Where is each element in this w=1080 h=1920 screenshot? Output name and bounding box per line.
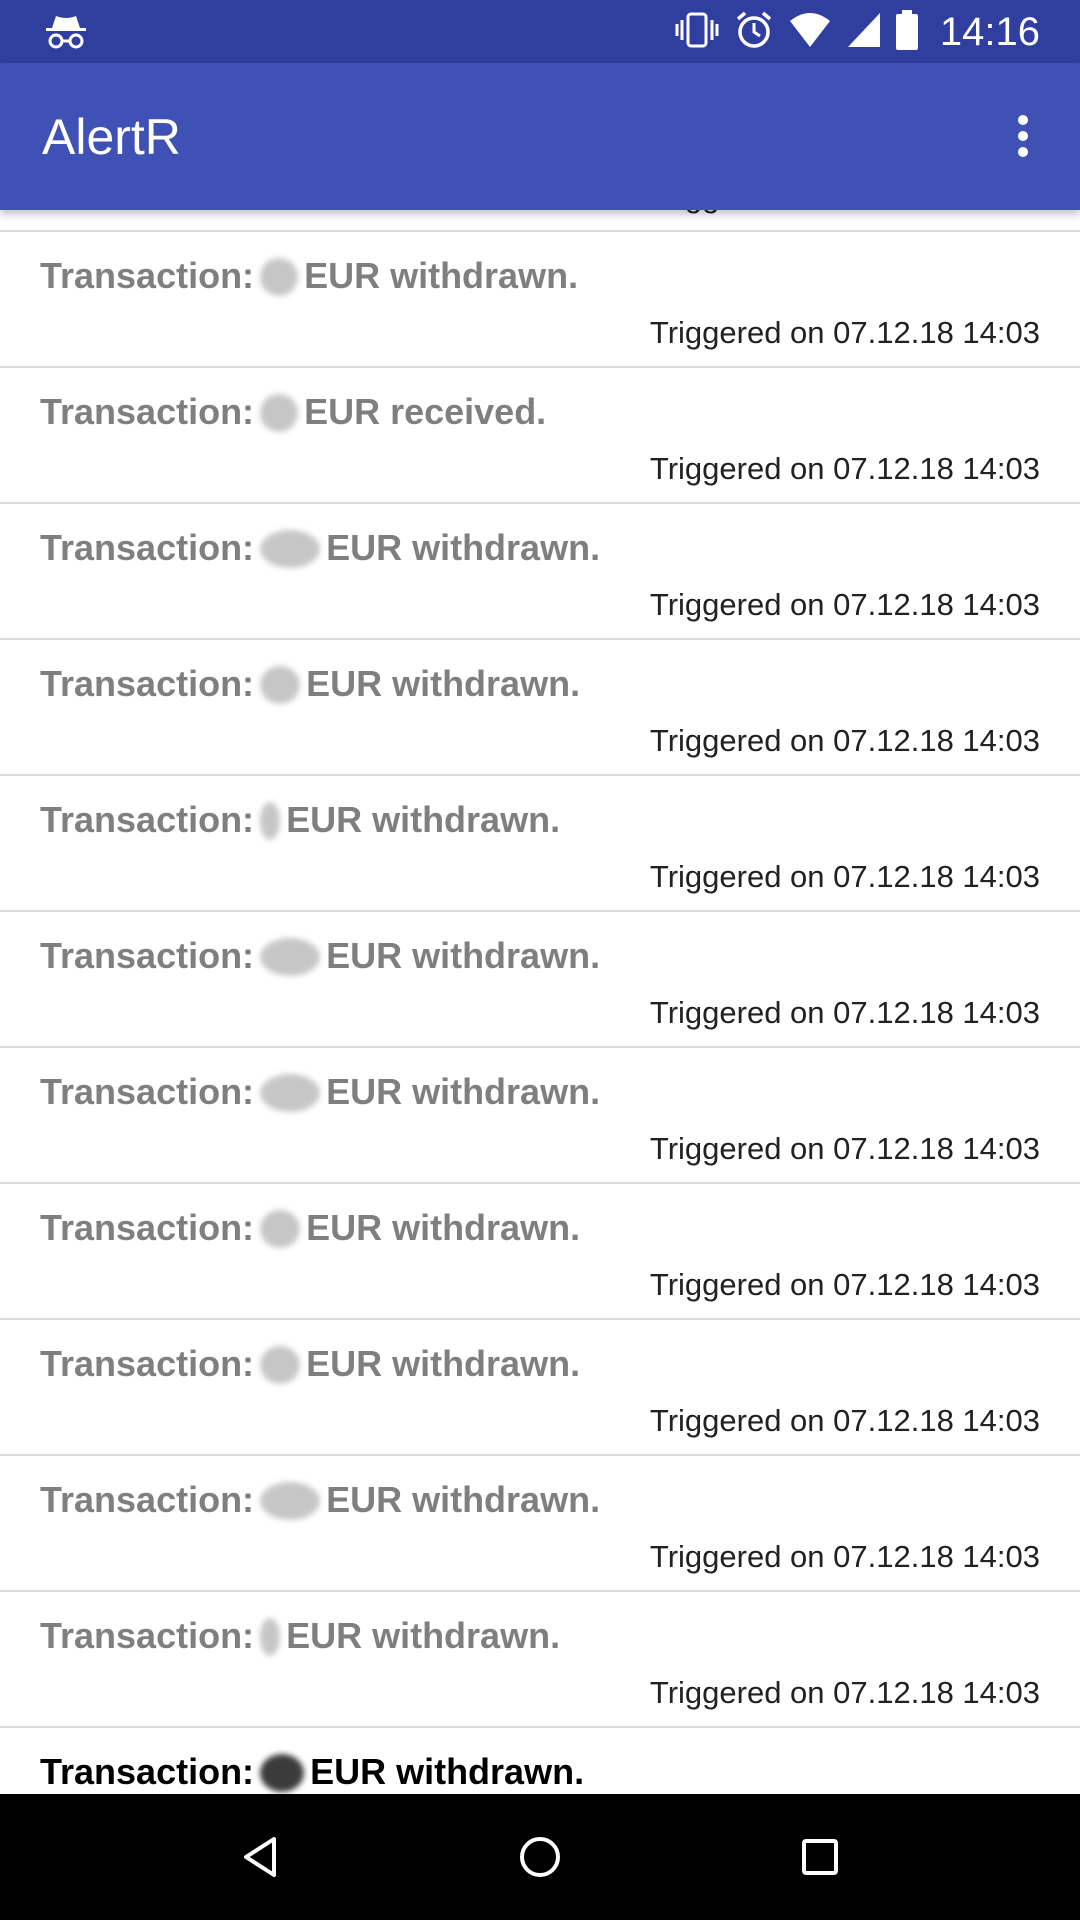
alert-title-prefix: Transaction:: [40, 935, 255, 976]
alert-title-prefix: Transaction:: [40, 527, 255, 568]
alert-list[interactable]: Transaction: EUR withdrawn. Triggered on 0…: [0, 210, 1080, 1794]
app-title: AlertR: [42, 109, 181, 165]
alert-triggered-time: Triggered on 07.12.18 14:03: [649, 451, 1040, 486]
alert-title-prefix: Transaction:: [40, 1071, 255, 1112]
alert-title-prefix: Transaction:: [40, 391, 255, 432]
alert-triggered-time: Triggered on 07.12.18 14:03: [649, 723, 1040, 758]
alert-triggered-time: Triggered on 07.12.18 14:03: [650, 210, 1040, 216]
redacted-amount: [260, 802, 281, 840]
alert-list-item[interactable]: Transaction: EUR withdrawn. Triggered on 0…: [0, 1184, 1080, 1320]
alert-title: Transaction: EUR withdrawn.: [40, 934, 600, 978]
alert-title: Transaction: EUR withdrawn.: [40, 526, 600, 570]
alert-title-suffix: EUR withdrawn.: [326, 1071, 601, 1112]
alert-triggered-time: Triggered on 07.12.18 14:03: [649, 1403, 1040, 1438]
alert-list-item[interactable]: Transaction: EUR withdrawn. Triggered on 0…: [0, 504, 1080, 640]
alert-title: Transaction: EUR withdrawn.: [40, 798, 560, 842]
redacted-amount: [260, 666, 301, 704]
alert-title: Transaction: EUR withdrawn.: [40, 662, 580, 706]
alarm-icon: [734, 10, 774, 55]
alert-title-prefix: Transaction:: [40, 799, 255, 840]
status-bar: 14:16: [0, 0, 1080, 63]
redacted-amount: [260, 258, 299, 296]
alert-list-item[interactable]: Transaction:EUR withdrawn.Triggered on 0…: [0, 210, 1080, 232]
alert-list-item[interactable]: Transaction: EUR withdrawn. Triggered on 0…: [0, 640, 1080, 776]
alert-title: Transaction: EUR withdrawn.: [40, 1750, 584, 1794]
alert-title-suffix: EUR withdrawn.: [326, 1479, 601, 1520]
alert-triggered-time: Triggered on 07.12.18 14:03: [649, 315, 1040, 350]
alert-list-item[interactable]: Transaction: EUR withdrawn. Triggered on 0…: [0, 1456, 1080, 1592]
alert-list-item[interactable]: Transaction: EUR withdrawn. Triggered on 0…: [0, 232, 1080, 368]
redacted-amount: [260, 1210, 301, 1248]
alert-title: Transaction: EUR withdrawn.: [40, 254, 578, 298]
alert-title-suffix: EUR withdrawn.: [310, 1751, 585, 1792]
recents-icon: [802, 1839, 838, 1875]
signal-icon: [846, 11, 882, 54]
alert-triggered-time: Triggered on 07.12.18 14:03: [649, 995, 1040, 1030]
alert-title-prefix: Transaction:: [40, 1751, 255, 1792]
alert-title-prefix: Transaction:: [40, 1615, 255, 1656]
alert-title-suffix: EUR withdrawn.: [306, 1343, 581, 1384]
redacted-amount: [260, 1074, 321, 1112]
alert-title-suffix: EUR withdrawn.: [326, 527, 601, 568]
redacted-amount: [260, 1482, 321, 1520]
navigation-bar: [0, 1794, 1080, 1920]
alert-triggered-time: Triggered on 07.12.18 14:03: [649, 587, 1040, 622]
incognito-icon: [44, 12, 88, 55]
alert-title-suffix: EUR withdrawn.: [326, 935, 601, 976]
recents-button[interactable]: [775, 1812, 865, 1902]
alert-title-suffix: EUR received.: [304, 391, 547, 432]
alert-title-suffix: EUR withdrawn.: [286, 1615, 561, 1656]
redacted-amount: [260, 530, 321, 568]
alert-title: Transaction: EUR withdrawn.: [40, 1614, 560, 1658]
overflow-menu-button[interactable]: [988, 101, 1058, 171]
alert-list-content: Transaction: EUR withdrawn. Triggered on 0…: [0, 210, 1080, 1794]
alert-list-item[interactable]: Transaction: EUR withdrawn. Triggered on 0…: [0, 776, 1080, 912]
alert-title: Transaction: EUR withdrawn.: [40, 1070, 600, 1114]
status-icons: 14:16: [674, 8, 1040, 56]
alert-title-suffix: EUR withdrawn.: [304, 255, 579, 296]
redacted-amount: [260, 1618, 281, 1656]
alert-title-suffix: EUR withdrawn.: [306, 663, 581, 704]
alert-list-item[interactable]: Transaction: EUR withdrawn.: [0, 1728, 1080, 1794]
alert-title-prefix: Transaction:: [40, 1479, 255, 1520]
alert-triggered-time: Triggered on 07.12.18 14:03: [649, 1539, 1040, 1574]
alert-list-item[interactable]: Transaction: EUR withdrawn. Triggered on 0…: [0, 1048, 1080, 1184]
alert-title: Transaction: EUR received.: [40, 390, 546, 434]
more-vert-icon: [1018, 115, 1028, 157]
alert-title: Transaction: EUR withdrawn.: [40, 1478, 600, 1522]
home-button[interactable]: [495, 1812, 585, 1902]
redacted-amount: [260, 1346, 301, 1384]
alert-title-prefix: Transaction:: [40, 1343, 255, 1384]
alert-triggered-time: Triggered on 07.12.18 14:03: [649, 1675, 1040, 1710]
redacted-amount: [260, 1754, 305, 1792]
app-bar: AlertR: [0, 63, 1080, 210]
alert-title-prefix: Transaction:: [40, 255, 255, 296]
alert-title-prefix: Transaction:: [40, 1207, 255, 1248]
alert-list-item[interactable]: Transaction: EUR withdrawn. Triggered on 0…: [0, 912, 1080, 1048]
redacted-amount: [260, 938, 321, 976]
alert-list-item[interactable]: Transaction: EUR withdrawn. Triggered on 0…: [0, 1320, 1080, 1456]
alert-title-suffix: EUR withdrawn.: [306, 1207, 581, 1248]
alert-triggered-time: Triggered on 07.12.18 14:03: [649, 1131, 1040, 1166]
back-button[interactable]: [215, 1812, 305, 1902]
alert-title: Transaction: EUR withdrawn.: [40, 1206, 580, 1250]
alert-list-item[interactable]: Transaction: EUR withdrawn. Triggered on 0…: [0, 1592, 1080, 1728]
back-icon: [244, 1837, 276, 1877]
status-time: 14:16: [939, 10, 1040, 54]
alert-title-prefix: Transaction:: [40, 663, 255, 704]
alert-triggered-time: Triggered on 07.12.18 14:03: [649, 859, 1040, 894]
wifi-icon: [788, 11, 832, 54]
alert-title: Transaction: EUR withdrawn.: [40, 1342, 580, 1386]
alert-triggered-time: Triggered on 07.12.18 14:03: [649, 1267, 1040, 1302]
alert-list-item[interactable]: Transaction: EUR received. Triggered on 07…: [0, 368, 1080, 504]
redacted-amount: [260, 394, 299, 432]
battery-icon: [895, 9, 918, 55]
home-icon: [520, 1837, 560, 1877]
alert-title-suffix: EUR withdrawn.: [286, 799, 561, 840]
vibrate-icon: [674, 10, 720, 55]
